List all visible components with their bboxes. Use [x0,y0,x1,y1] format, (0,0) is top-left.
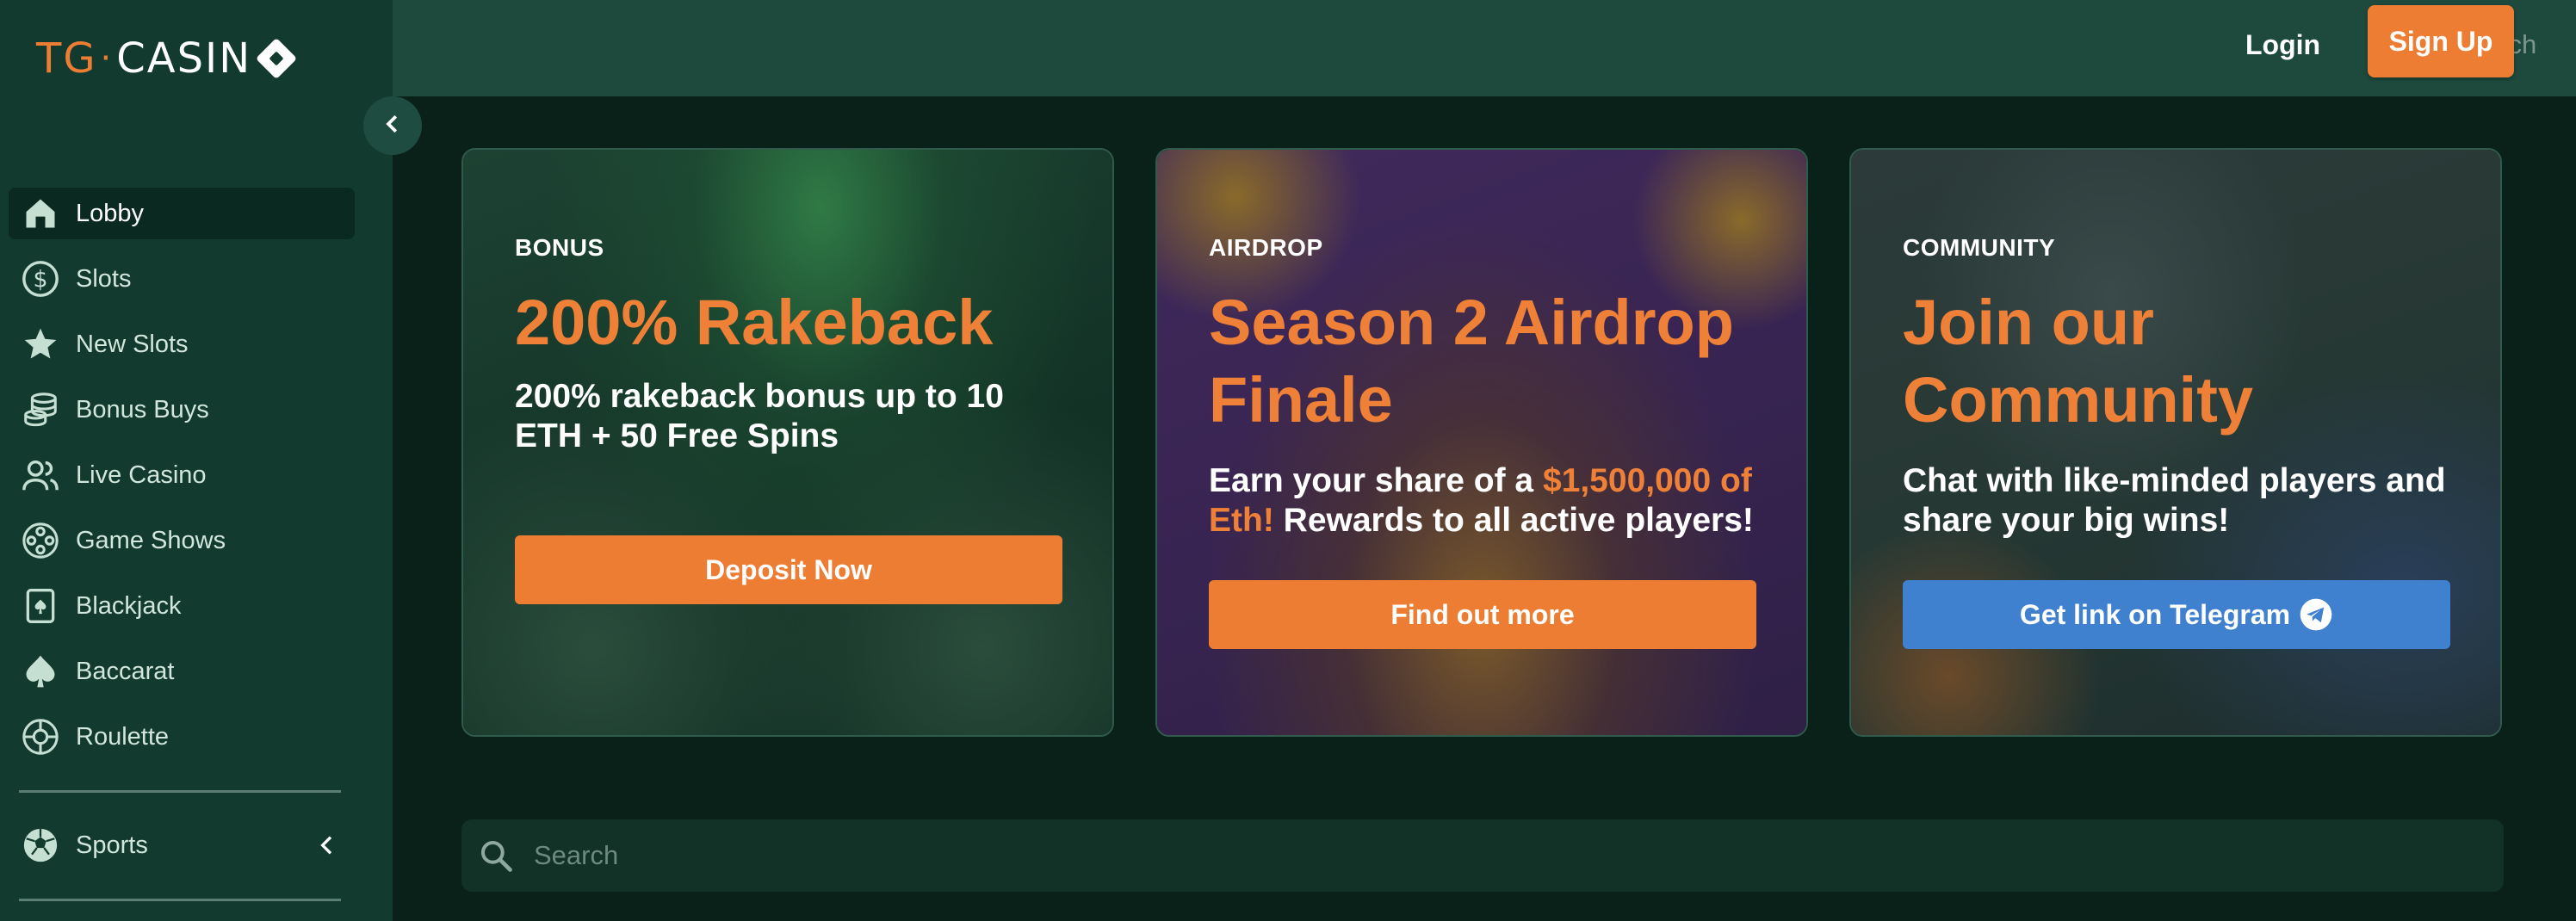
film-reel-icon [19,519,62,562]
svg-text:$: $ [33,267,47,294]
login-button[interactable]: Login [2245,21,2320,69]
sidebar: TG · CASIN Lobby $ Slots New Slots Bonus… [0,0,393,921]
promo-card-airdrop: AIRDROP Season 2 Airdrop Finale Earn you… [1155,148,1808,737]
telegram-icon [2299,597,2333,632]
promo-description: Chat with like-minded players and share … [1903,462,2446,539]
sidebar-item-baccarat[interactable]: Baccarat [9,646,355,697]
logo-casino: CASIN [116,34,252,83]
sidebar-divider [19,899,341,901]
promo-card-bonus: BONUS 200% Rakeback 200% rakeback bonus … [461,148,1114,737]
sidebar-item-live-casino[interactable]: Live Casino [9,449,355,501]
promo-title: 200% Rakeback [515,287,994,358]
find-out-more-button[interactable]: Find out more [1209,580,1756,649]
sidebar-item-label: Live Casino [76,460,207,489]
sidebar-collapse-button[interactable] [363,96,422,155]
home-icon [19,192,62,235]
logo-dot: · [100,39,114,78]
sidebar-item-label: Bonus Buys [76,395,209,423]
users-icon [19,454,62,497]
promo-description-text: Rewards to all active players! [1273,502,1754,539]
promo-title: Season 2 Airdrop Finale [1209,287,1734,436]
star-icon [19,323,62,366]
logo-diamond-icon [256,37,298,80]
signup-button[interactable]: Sign Up [2368,5,2514,77]
search-icon [477,837,515,875]
logo-tg: TG [36,34,97,83]
sidebar-item-label: Roulette [76,722,170,751]
promo-description-text: Earn your share of a [1209,462,1543,499]
chevron-left-icon [380,111,406,141]
brand-logo[interactable]: TG · CASIN [36,34,298,83]
playing-card-icon [19,584,62,627]
promo-title: Join our Community [1903,287,2253,436]
sidebar-item-game-shows[interactable]: Game Shows [9,515,355,566]
sidebar-item-slots[interactable]: $ Slots [9,253,355,305]
game-search-bar[interactable] [461,819,2504,892]
deposit-now-button[interactable]: Deposit Now [515,535,1062,604]
dollar-coin-icon: $ [19,257,62,300]
chevron-left-icon[interactable] [313,831,341,866]
sports-label: Sports [76,831,148,859]
soccer-ball-icon [19,824,62,867]
sidebar-item-roulette[interactable]: Roulette [9,711,355,763]
coin-stack-icon [19,388,62,431]
sidebar-item-new-slots[interactable]: New Slots [9,318,355,370]
promo-description: Earn your share of a $1,500,000 of Eth! … [1209,461,1755,541]
sidebar-item-label: Lobby [76,199,145,227]
telegram-button-label: Get link on Telegram [2019,598,2291,630]
promo-description: 200% rakeback bonus up to 10 ETH + 50 Fr… [515,378,1004,454]
sidebar-divider [19,790,341,793]
promo-card-community: COMMUNITY Join our Community Chat with l… [1849,148,2502,737]
sidebar-item-label: Game Shows [76,526,226,554]
telegram-link-button[interactable]: Get link on Telegram [1903,580,2450,649]
sidebar-item-label: Slots [76,264,132,293]
promo-tag: COMMUNITY [1903,234,2056,261]
promo-tag: AIRDROP [1209,234,1323,261]
sidebar-item-bonus-buys[interactable]: Bonus Buys [9,384,355,436]
sidebar-item-lobby[interactable]: Lobby [9,188,355,239]
game-search-input[interactable] [532,839,1052,872]
sidebar-item-label: Baccarat [76,657,175,685]
spade-icon [19,650,62,693]
sidebar-item-sports[interactable]: Sports [9,819,355,871]
sidebar-item-label: Blackjack [76,591,182,620]
promo-tag: BONUS [515,234,604,261]
sidebar-item-label: New Slots [76,330,189,358]
roulette-icon [19,715,62,758]
sidebar-nav: Lobby $ Slots New Slots Bonus Buys Live … [9,188,355,776]
sidebar-item-blackjack[interactable]: Blackjack [9,580,355,632]
